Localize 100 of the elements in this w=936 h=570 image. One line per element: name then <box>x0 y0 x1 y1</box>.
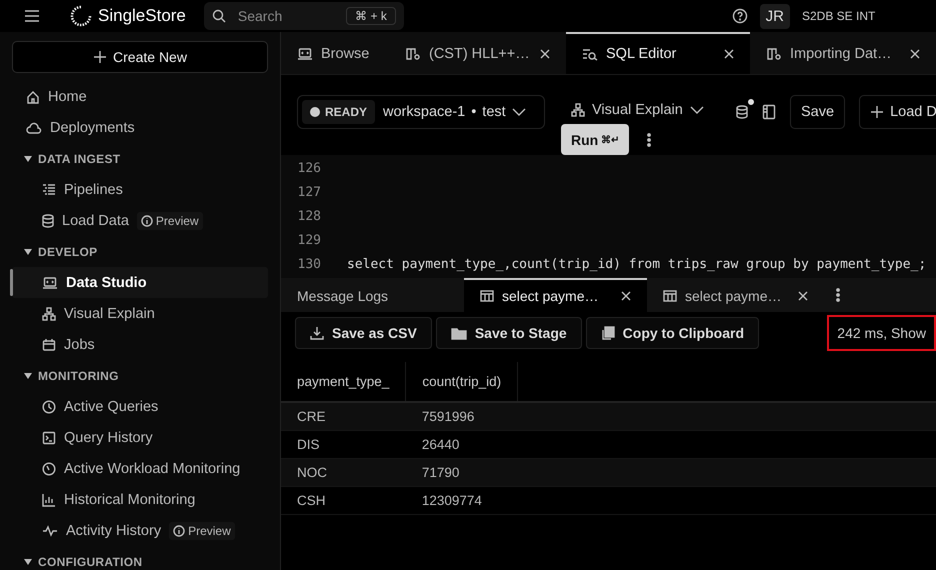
bar-chart-icon <box>42 492 56 506</box>
result-action-button[interactable]: Save as CSV <box>295 317 432 349</box>
result-action-button[interactable]: Save to Stage <box>436 317 582 349</box>
shortcut-hint: ⌘ + k <box>346 7 396 25</box>
tab-label: select payme… <box>502 288 598 304</box>
section-heading[interactable]: DEVELOP <box>38 244 98 258</box>
tab-label: Importing Dat… <box>790 46 892 62</box>
section-heading[interactable]: MONITORING <box>38 368 119 382</box>
create-new-button[interactable]: Create New <box>12 41 268 73</box>
laptop-icon <box>42 276 58 288</box>
search-field[interactable]: Search ⌘ + k <box>204 2 404 30</box>
table-cell: 71790 <box>406 458 518 486</box>
sidebar-item[interactable]: Active Workload Monitoring <box>64 460 240 476</box>
table-icon <box>480 290 494 302</box>
visual-explain-button[interactable]: Visual Explain <box>561 95 736 124</box>
more-icon[interactable] <box>836 288 840 302</box>
workspace-name: workspace-1 <box>383 104 466 120</box>
tab[interactable]: Importing Dat… <box>750 32 936 74</box>
table-cell: CSH <box>281 486 406 514</box>
plus-icon <box>93 50 108 64</box>
close-icon[interactable] <box>621 291 631 301</box>
terminal-icon <box>42 430 56 444</box>
avatar[interactable]: JR <box>760 4 790 28</box>
more-icon[interactable] <box>647 132 652 146</box>
hierarchy-icon <box>42 306 56 320</box>
tab-label: (CST) HLL++… <box>429 46 530 62</box>
sidebar-item[interactable]: Visual Explain <box>64 306 155 322</box>
plus-icon <box>870 105 884 119</box>
tab[interactable]: SQL Editor <box>566 32 750 74</box>
tab[interactable]: select payme… <box>647 278 824 312</box>
tab[interactable]: Browse <box>281 32 389 74</box>
run-button[interactable]: Run ⌘↵ <box>561 124 630 155</box>
search-icon <box>212 9 226 23</box>
save-button[interactable]: Save <box>790 95 846 129</box>
table-cell: DIS <box>281 430 406 458</box>
tab[interactable]: Message Logs <box>281 278 464 312</box>
query-icon <box>582 47 598 61</box>
sidebar-item[interactable]: Load Data <box>62 212 129 228</box>
section-heading[interactable]: DATA INGEST <box>38 152 120 166</box>
hierarchy-icon <box>571 102 585 116</box>
load-data-button[interactable]: Load D <box>859 95 936 129</box>
table-cell: 7591996 <box>406 402 518 430</box>
caret-icon[interactable] <box>24 156 32 162</box>
logo-text: SingleStore <box>98 6 186 26</box>
sidebar-item[interactable]: Home <box>12 81 268 112</box>
caret-icon[interactable] <box>24 558 32 564</box>
sidebar-item[interactable]: Activity History <box>66 522 162 538</box>
menu-icon[interactable] <box>24 9 40 23</box>
help-icon[interactable] <box>732 8 748 24</box>
line-number: 128 <box>296 208 321 224</box>
download-icon <box>310 326 324 340</box>
clock-icon <box>42 462 56 476</box>
info-icon <box>173 524 186 536</box>
separator-dot: • <box>471 104 476 120</box>
sidebar-item[interactable]: Active Queries <box>64 398 158 414</box>
laptop-icon <box>297 48 313 60</box>
clock-icon <box>42 400 56 414</box>
result-action-button[interactable]: Copy to Clipboard <box>586 317 759 349</box>
chevron-down-icon[interactable] <box>690 106 704 114</box>
panel-icon[interactable] <box>762 104 776 120</box>
badge-label: Preview <box>156 214 199 228</box>
sidebar-item[interactable]: Pipelines <box>64 182 123 198</box>
tab-label: select payme… <box>685 288 782 304</box>
sidebar-item[interactable]: Jobs <box>64 336 95 352</box>
section-heading[interactable]: CONFIGURATION <box>38 554 142 568</box>
sidebar-item[interactable]: Deployments <box>12 112 268 143</box>
organization-name: S2DB SE INT <box>802 9 876 23</box>
list-icon <box>42 184 56 196</box>
tab[interactable]: select payme… <box>464 278 647 312</box>
folder-icon <box>450 326 467 340</box>
pulse-icon <box>42 524 58 536</box>
table-cell: CRE <box>281 402 406 430</box>
status-badge: READY <box>302 100 376 124</box>
copy-icon <box>600 326 615 340</box>
close-icon[interactable] <box>724 49 734 59</box>
notebook-icon <box>766 47 782 61</box>
home-icon <box>26 90 40 104</box>
table-cell: 12309774 <box>406 486 518 514</box>
query-stats: 242 ms, Show <box>827 315 936 351</box>
line-number: 127 <box>296 184 321 200</box>
tab-label: Message Logs <box>297 288 388 304</box>
line-number: 129 <box>296 232 321 248</box>
close-icon[interactable] <box>798 291 808 301</box>
line-number: 130 <box>296 256 321 272</box>
chevron-down-icon[interactable] <box>512 108 526 116</box>
tab[interactable]: (CST) HLL++… <box>389 32 566 74</box>
workspace-selector[interactable]: READY workspace-1 • test <box>297 95 545 129</box>
close-icon[interactable] <box>540 49 550 59</box>
cloud-icon <box>26 122 42 134</box>
caret-icon[interactable] <box>24 248 32 254</box>
status-dot <box>746 97 756 107</box>
sidebar-item[interactable]: Historical Monitoring <box>64 492 196 508</box>
caret-icon[interactable] <box>24 372 32 378</box>
close-icon[interactable] <box>910 49 920 59</box>
database-name: test <box>482 104 506 120</box>
sidebar-item[interactable]: Query History <box>64 430 153 446</box>
table-cell: 26440 <box>406 430 518 458</box>
notebook-icon <box>405 47 421 61</box>
search-input[interactable]: Search <box>236 7 326 25</box>
sidebar-item[interactable]: Data Studio <box>66 274 147 290</box>
